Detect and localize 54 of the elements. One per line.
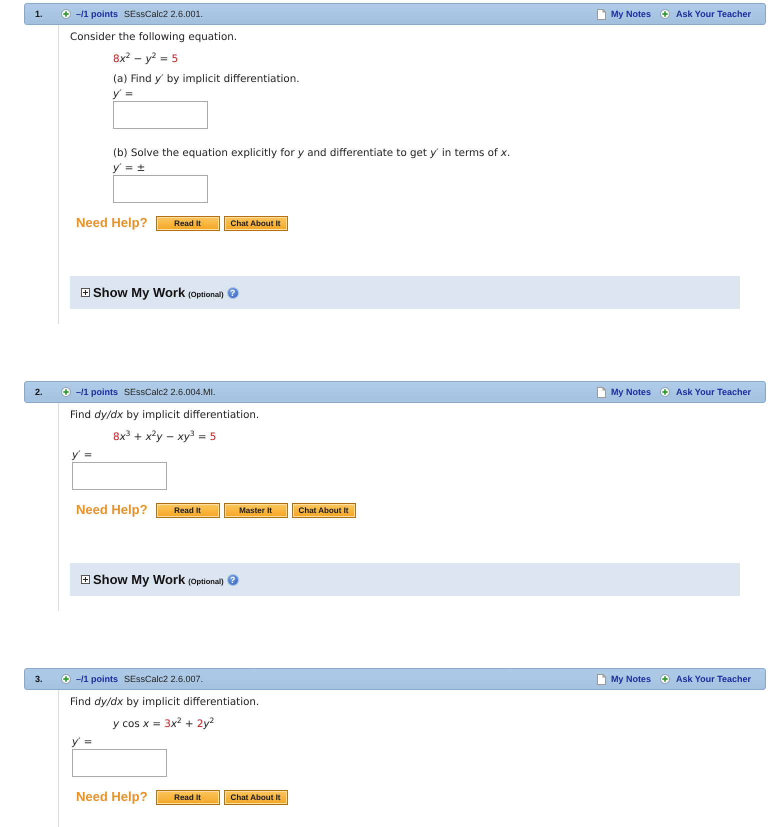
document-icon[interactable] bbox=[596, 674, 606, 684]
answer-box[interactable] bbox=[72, 462, 167, 490]
points-label: –/1 points bbox=[76, 387, 118, 397]
my-notes-link[interactable]: My Notes bbox=[610, 387, 651, 397]
plus-circle-icon[interactable] bbox=[660, 674, 670, 684]
plus-box-icon[interactable] bbox=[81, 288, 90, 297]
answer-box[interactable] bbox=[113, 175, 208, 203]
question-number: 2. bbox=[35, 387, 44, 397]
question-source: SEssCalc2 2.6.007. bbox=[124, 674, 204, 684]
equation: 8x$^{2}$ − y$^{2}$ = 5 bbox=[113, 53, 178, 65]
answer-label: y′ = bbox=[72, 736, 92, 748]
plus-circle-icon[interactable] bbox=[660, 387, 670, 397]
plus-circle-icon[interactable] bbox=[660, 9, 670, 19]
document-icon[interactable] bbox=[596, 386, 606, 398]
plus-circle-icon[interactable] bbox=[61, 674, 71, 684]
need-help-label: Need Help? bbox=[76, 789, 148, 805]
need-help-label: Need Help? bbox=[76, 215, 148, 231]
show-work-link[interactable]: Show My Work bbox=[93, 572, 186, 588]
points-label: –/1 points bbox=[76, 9, 118, 19]
ask-teacher-link[interactable]: Ask Your Teacher bbox=[676, 387, 751, 397]
equation: y cos x = 3x$^{2}$ + 2y$^{2}$ bbox=[113, 718, 214, 730]
equation: 8x$^{3}$ + x$^{2}$y − xy$^{3}$ = 5 bbox=[113, 431, 216, 443]
question-source: SEssCalc2 2.6.004.MI. bbox=[124, 387, 216, 397]
help-button[interactable]: Read It bbox=[156, 216, 220, 230]
plus-circle-icon[interactable] bbox=[61, 387, 71, 397]
answer-label: y′ = ± bbox=[113, 162, 146, 174]
points-label: –/1 points bbox=[76, 674, 118, 684]
need-help-label: Need Help? bbox=[76, 502, 148, 518]
my-notes-link[interactable]: My Notes bbox=[610, 9, 651, 19]
help-button[interactable]: Master It bbox=[224, 502, 288, 518]
question-prompt: Find dy/dx by implicit differentiation. bbox=[70, 696, 260, 708]
help-button[interactable]: Chat About It bbox=[224, 790, 288, 804]
ask-teacher-link[interactable]: Ask Your Teacher bbox=[676, 9, 751, 19]
answer-box[interactable] bbox=[113, 101, 208, 129]
my-notes-link[interactable]: My Notes bbox=[610, 674, 651, 684]
part-instruction: (b) Solve the equation explicitly for y and differentiate to get y′ in terms of x. bbox=[113, 147, 512, 159]
plus-box-icon[interactable] bbox=[81, 575, 90, 584]
ask-teacher-link[interactable]: Ask Your Teacher bbox=[676, 674, 751, 684]
question-number: 3. bbox=[35, 674, 44, 684]
answer-box[interactable] bbox=[72, 749, 167, 777]
help-button[interactable]: Read It bbox=[156, 790, 220, 804]
question-prompt: Consider the following equation. bbox=[70, 31, 238, 43]
question-number: 1. bbox=[35, 9, 44, 19]
question-source: SEssCalc2 2.6.001. bbox=[124, 9, 204, 19]
show-work-link[interactable]: Show My Work bbox=[93, 284, 186, 300]
document-icon[interactable] bbox=[596, 8, 606, 20]
part-instruction: (a) Find y′ by implicit differentiation. bbox=[113, 73, 300, 85]
help-button[interactable]: Chat About It bbox=[292, 502, 356, 518]
help-button[interactable]: Read It bbox=[156, 502, 220, 518]
answer-label: y′ = bbox=[113, 88, 134, 100]
plus-circle-icon[interactable] bbox=[61, 9, 71, 19]
answer-label: y′ = bbox=[72, 449, 92, 461]
question-prompt: Find dy/dx by implicit differentiation. bbox=[70, 409, 260, 421]
help-button[interactable]: Chat About It bbox=[224, 216, 288, 230]
